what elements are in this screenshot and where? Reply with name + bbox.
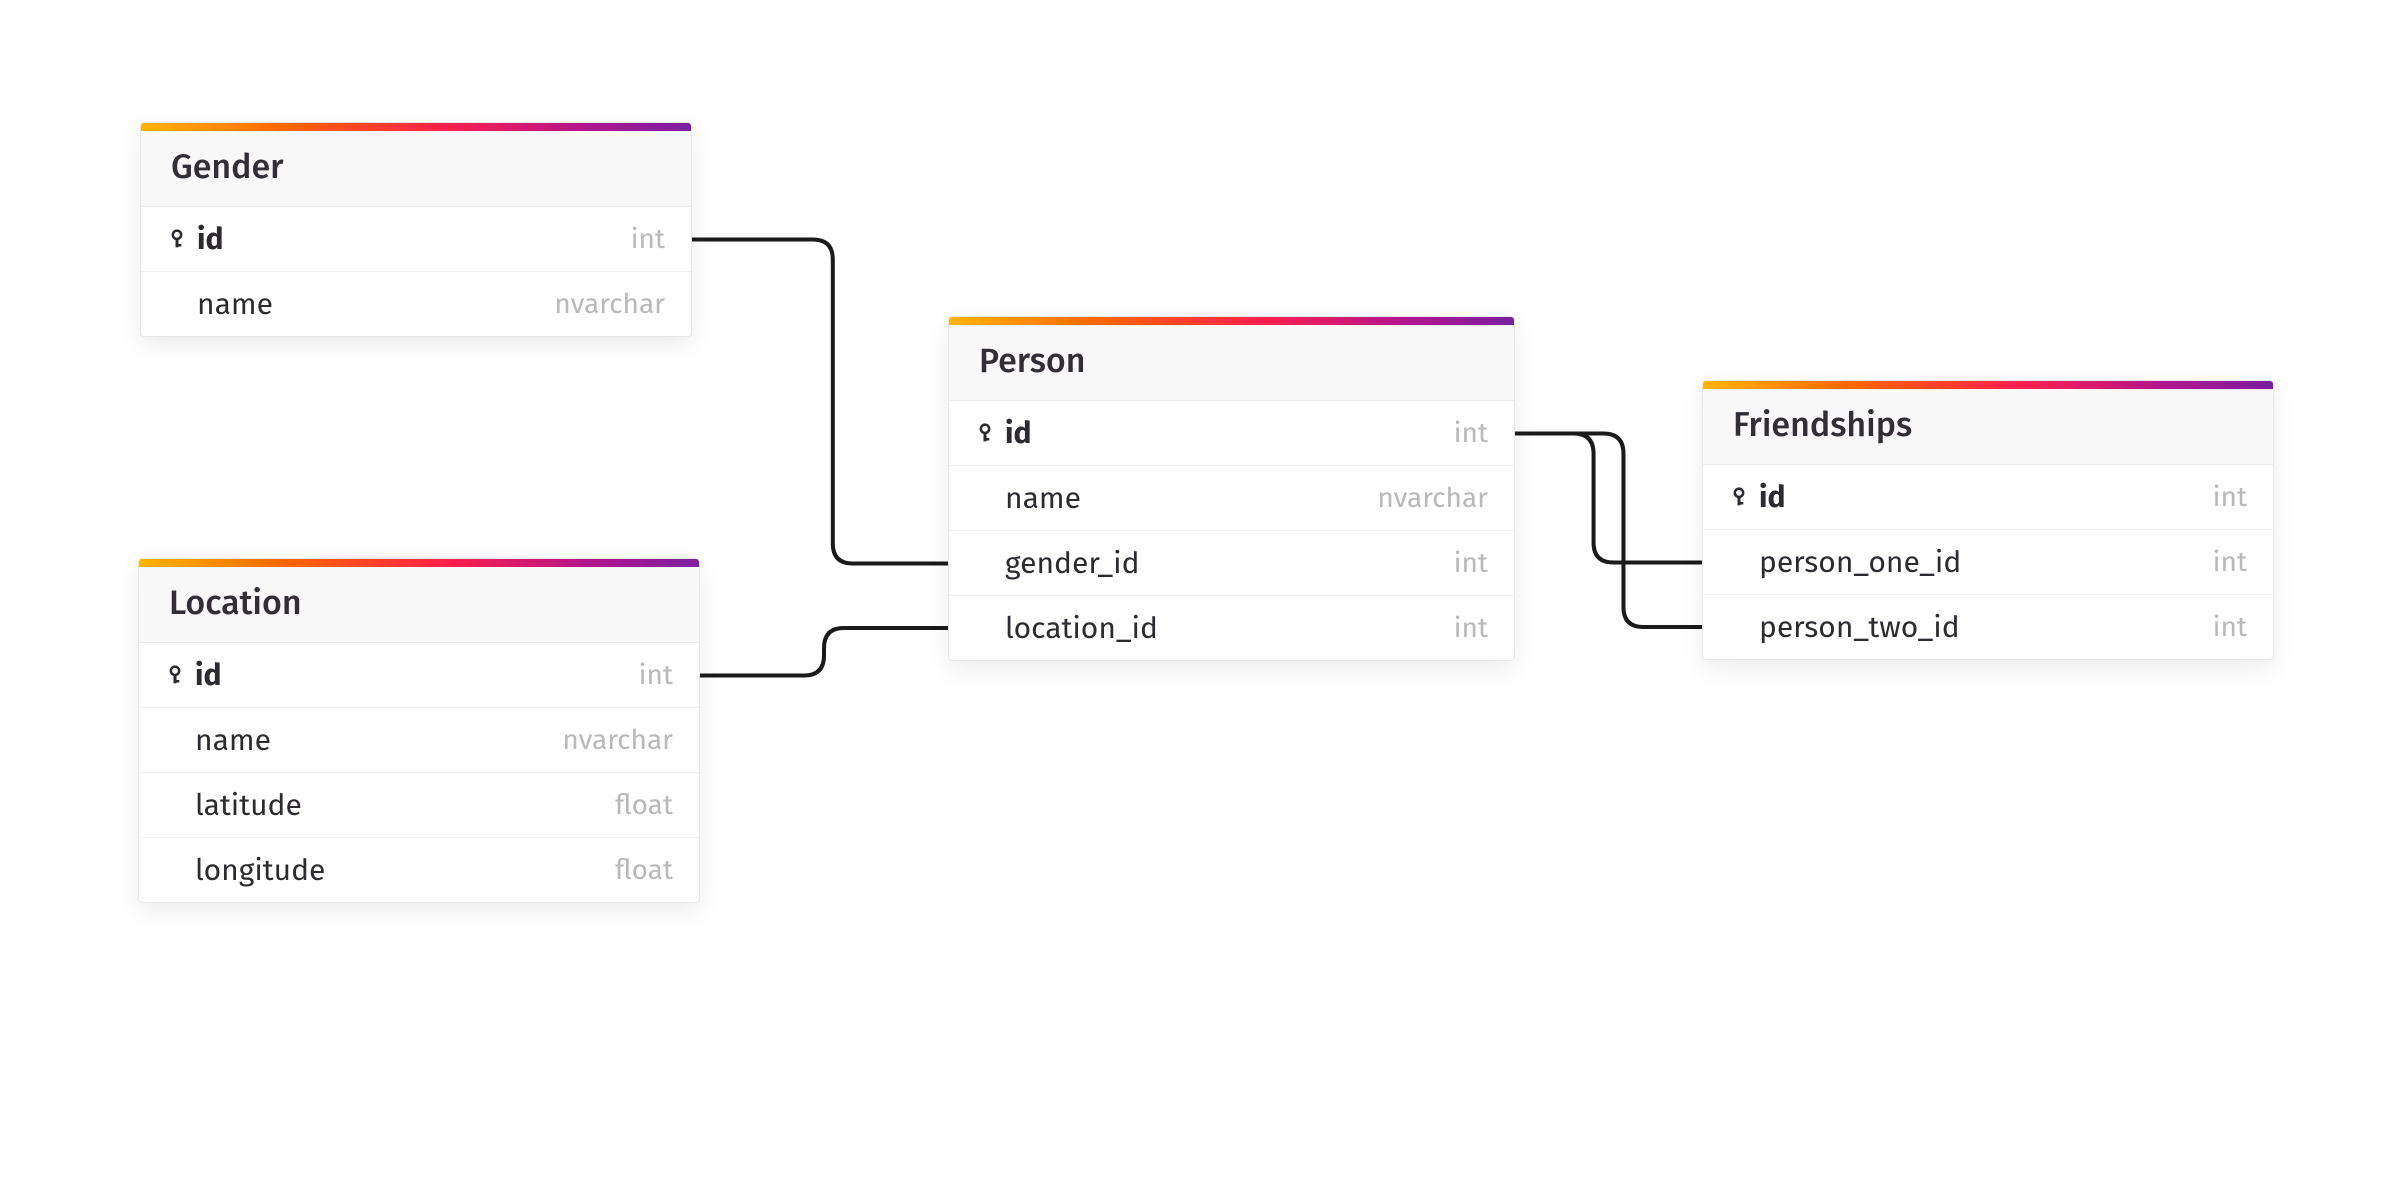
field-type: int	[1454, 612, 1488, 645]
field-type: nvarchar	[554, 288, 665, 321]
edge-location-location_id	[700, 628, 948, 676]
field-row[interactable]: id int	[949, 401, 1514, 466]
table-rows: id int name nvarchar latitude float long…	[139, 643, 699, 902]
field-row[interactable]: name nvarchar	[139, 708, 699, 773]
field-row[interactable]: id int	[1703, 465, 2273, 530]
field-row[interactable]: id int	[141, 207, 691, 272]
field-name: id	[1005, 415, 1031, 451]
table-title: Friendships	[1703, 389, 2273, 465]
key-icon	[975, 419, 995, 447]
field-row[interactable]: person_two_id int	[1703, 595, 2273, 659]
icon-spacer	[1729, 548, 1749, 576]
field-name: location_id	[1005, 610, 1158, 646]
field-type: int	[1454, 417, 1488, 450]
field-type: float	[615, 854, 673, 887]
table-accent	[949, 317, 1514, 325]
table-title: Person	[949, 325, 1514, 401]
table-title: Gender	[141, 131, 691, 207]
key-icon	[167, 225, 187, 253]
field-type: int	[631, 223, 665, 256]
field-type: float	[615, 789, 673, 822]
icon-spacer	[167, 290, 187, 318]
edge-person-person_two_id	[1515, 434, 1702, 628]
field-type: nvarchar	[562, 724, 673, 757]
table-friendships[interactable]: Friendships id int person_one_id int per…	[1702, 380, 2274, 660]
field-row[interactable]: name nvarchar	[141, 272, 691, 336]
field-type: int	[2213, 611, 2247, 644]
field-name: latitude	[195, 787, 302, 823]
field-type: int	[2213, 546, 2247, 579]
field-row[interactable]: id int	[139, 643, 699, 708]
table-person[interactable]: Person id int name nvarchar gender_id	[948, 316, 1515, 661]
key-icon	[165, 661, 185, 689]
field-row[interactable]: latitude float	[139, 773, 699, 838]
field-name: name	[195, 722, 271, 758]
field-row[interactable]: longitude float	[139, 838, 699, 902]
field-type: int	[2213, 481, 2247, 514]
edge-gender-gender_id	[692, 240, 948, 564]
field-row[interactable]: name nvarchar	[949, 466, 1514, 531]
field-type: int	[1454, 547, 1488, 580]
icon-spacer	[165, 791, 185, 819]
table-rows: id int name nvarchar gender_id int locat…	[949, 401, 1514, 660]
icon-spacer	[975, 614, 995, 642]
field-name: longitude	[195, 852, 325, 888]
edge-person-person_one_id	[1515, 434, 1702, 563]
icon-spacer	[975, 484, 995, 512]
table-location[interactable]: Location id int name nvarchar latitude	[138, 558, 700, 903]
icon-spacer	[165, 726, 185, 754]
field-row[interactable]: person_one_id int	[1703, 530, 2273, 595]
icon-spacer	[165, 856, 185, 884]
key-icon	[1729, 483, 1749, 511]
icon-spacer	[1729, 613, 1749, 641]
field-row[interactable]: gender_id int	[949, 531, 1514, 596]
field-type: int	[639, 659, 673, 692]
field-name: id	[197, 221, 223, 257]
er-diagram-canvas: Gender id int name nvarchar	[0, 0, 2400, 1200]
field-row[interactable]: location_id int	[949, 596, 1514, 660]
table-accent	[1703, 381, 2273, 389]
field-name: name	[1005, 480, 1081, 516]
field-name: person_two_id	[1759, 609, 1960, 645]
table-accent	[141, 123, 691, 131]
icon-spacer	[975, 549, 995, 577]
field-name: gender_id	[1005, 545, 1140, 581]
table-title: Location	[139, 567, 699, 643]
table-gender[interactable]: Gender id int name nvarchar	[140, 122, 692, 337]
field-name: id	[1759, 479, 1785, 515]
field-name: id	[195, 657, 221, 693]
table-accent	[139, 559, 699, 567]
field-name: name	[197, 286, 273, 322]
field-type: nvarchar	[1377, 482, 1488, 515]
field-name: person_one_id	[1759, 544, 1961, 580]
table-rows: id int person_one_id int person_two_id i…	[1703, 465, 2273, 659]
table-rows: id int name nvarchar	[141, 207, 691, 336]
